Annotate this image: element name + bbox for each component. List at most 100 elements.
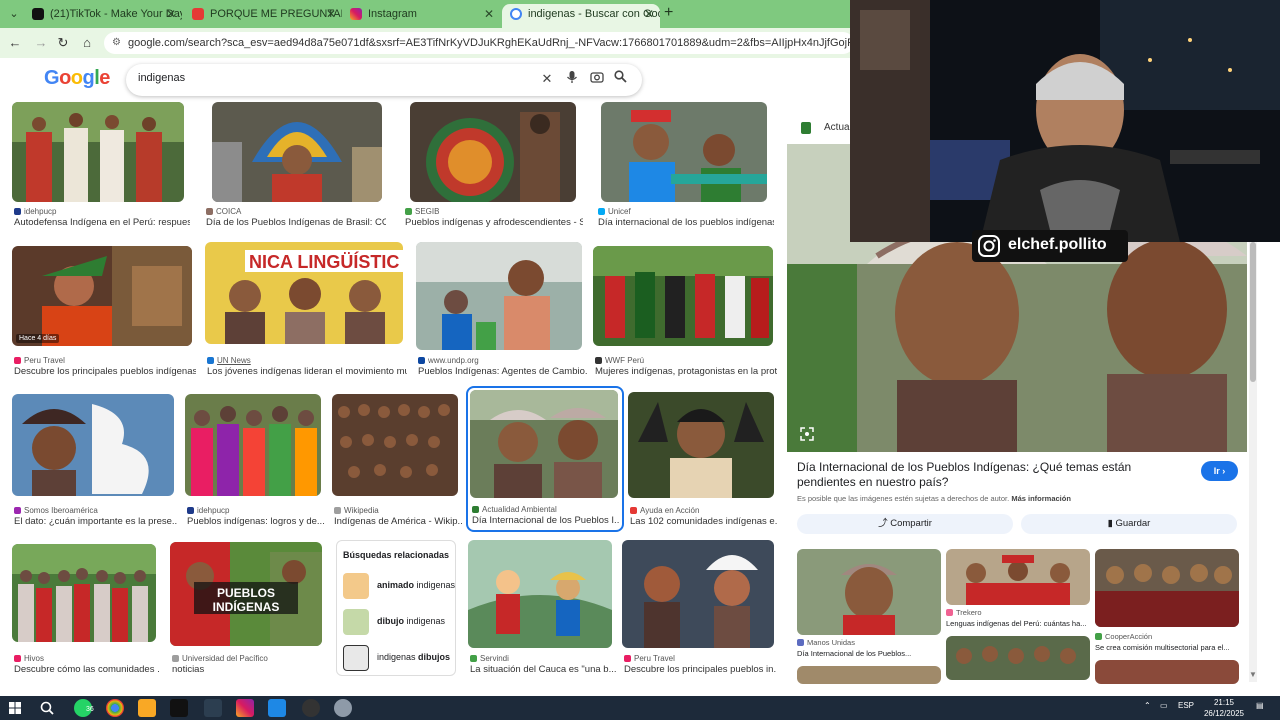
result-thumbnail[interactable]: NICA LINGÜÍSTIC bbox=[205, 242, 403, 344]
result-caption[interactable]: noticias bbox=[172, 664, 326, 675]
back-arrow-icon[interactable]: ← bbox=[6, 34, 24, 52]
similar-thumbnail[interactable] bbox=[1095, 660, 1239, 684]
result-source[interactable]: Servindi bbox=[470, 654, 509, 663]
similar-caption[interactable]: Día Internacional de los Pueblos... bbox=[797, 649, 941, 658]
similar-thumbnail[interactable] bbox=[797, 549, 941, 635]
address-bar[interactable]: ⚙ google.com/search?sca_esv=aed94d8a75e0… bbox=[104, 32, 854, 54]
site-info-icon[interactable]: ⚙ bbox=[112, 32, 121, 54]
result-caption[interactable]: Día de los Pueblos Indígenas de Brasil: … bbox=[206, 217, 386, 228]
save-button[interactable]: ▮ Guardar bbox=[1021, 514, 1237, 534]
image-result[interactable]: Ayuda en Acción Las 102 comunidades indí… bbox=[628, 392, 778, 528]
close-icon[interactable]: ✕ bbox=[326, 4, 336, 24]
result-thumbnail[interactable] bbox=[468, 540, 612, 648]
result-thumbnail[interactable] bbox=[212, 102, 382, 202]
network-icon[interactable]: ▭ bbox=[1160, 701, 1168, 710]
forward-arrow-icon[interactable]: → bbox=[32, 34, 50, 52]
result-caption[interactable]: Día internacional de los pueblos indígen… bbox=[598, 217, 774, 228]
result-caption[interactable]: Descubre los principales pueblos indígen… bbox=[14, 366, 196, 377]
result-source[interactable]: WWF Perú bbox=[595, 356, 644, 365]
related-search-item[interactable]: animado indigenas bbox=[341, 571, 455, 601]
similar-thumbnail[interactable] bbox=[946, 549, 1090, 605]
result-source[interactable]: Ayuda en Acción bbox=[630, 506, 699, 515]
similar-image[interactable] bbox=[797, 666, 941, 684]
share-button[interactable]: ⤴ Compartir bbox=[797, 514, 1013, 534]
app-icon[interactable] bbox=[334, 699, 352, 717]
chrome-icon[interactable] bbox=[106, 699, 124, 717]
image-result[interactable]: PUEBLOS INDÍGENAS Universidad del Pacífic… bbox=[170, 542, 324, 678]
similar-source[interactable]: CooperAcción bbox=[1095, 632, 1152, 641]
related-search-item[interactable]: dibujo indigenas bbox=[341, 607, 453, 637]
tab-youtube[interactable]: PORQUE ME PREGUNTAN SI C ✕ bbox=[184, 4, 342, 28]
camera-lens-icon[interactable] bbox=[590, 70, 608, 88]
result-thumbnail[interactable] bbox=[593, 246, 773, 346]
similar-caption[interactable]: Lenguas indígenas del Perú: cuántas ha..… bbox=[946, 619, 1090, 628]
image-result-selected[interactable]: Actualidad Ambiental Día Internacional d… bbox=[466, 386, 624, 532]
microphone-icon[interactable] bbox=[566, 70, 584, 88]
clear-icon[interactable]: ✕ bbox=[538, 70, 556, 88]
result-source[interactable]: Somos Iberoamérica bbox=[14, 506, 98, 515]
result-caption[interactable]: Pueblos Indígenas: Agentes de Cambio... bbox=[418, 366, 588, 377]
similar-caption[interactable]: Se crea comisión multisectorial para el.… bbox=[1095, 643, 1239, 652]
result-source[interactable]: Wikipedia bbox=[334, 506, 379, 515]
search-input[interactable]: indigenas bbox=[138, 72, 185, 84]
windows-start-icon[interactable] bbox=[6, 699, 24, 717]
result-thumbnail[interactable]: PUEBLOS INDÍGENAS bbox=[170, 542, 322, 646]
similar-image[interactable]: Manos Unidas Día Internacional de los Pu… bbox=[797, 549, 941, 659]
tray-chevron-icon[interactable]: ⌃ bbox=[1144, 701, 1151, 710]
search-icon[interactable] bbox=[614, 70, 632, 88]
result-source[interactable]: Unicef bbox=[598, 207, 631, 216]
image-result[interactable]: COICA Día de los Pueblos Indígenas de Br… bbox=[204, 102, 386, 232]
result-thumbnail[interactable] bbox=[416, 242, 582, 350]
result-source[interactable]: Peru Travel bbox=[624, 654, 675, 663]
app-icon[interactable] bbox=[204, 699, 222, 717]
similar-source[interactable]: Trekero bbox=[946, 608, 982, 617]
close-icon[interactable]: ✕ bbox=[484, 4, 494, 24]
related-search-item[interactable]: indigenas dibujos bbox=[341, 643, 453, 673]
result-caption[interactable]: Mujeres indígenas, protagonistas en la p… bbox=[595, 366, 777, 377]
result-thumbnail[interactable] bbox=[410, 102, 576, 202]
obs-icon[interactable] bbox=[302, 699, 320, 717]
image-result[interactable]: Hace 4 días Peru Travel Descubre los pri… bbox=[12, 246, 196, 380]
image-result[interactable]: WWF Perú Mujeres indígenas, protagonista… bbox=[593, 246, 777, 380]
scrollbar-thumb[interactable] bbox=[1250, 242, 1256, 382]
image-result[interactable]: Unicef Día internacional de los pueblos … bbox=[596, 102, 774, 232]
result-source[interactable]: idehpucp bbox=[14, 207, 56, 216]
reload-icon[interactable]: ↻ bbox=[54, 34, 72, 52]
search-box[interactable]: indigenas ✕ bbox=[126, 64, 642, 96]
result-source[interactable]: Universidad del Pacífico bbox=[172, 654, 268, 663]
result-source[interactable]: idehpucp bbox=[187, 506, 229, 515]
file-explorer-icon[interactable] bbox=[138, 699, 156, 717]
panel-source[interactable]: Actual bbox=[787, 112, 852, 144]
tiktok-icon[interactable] bbox=[170, 699, 188, 717]
result-caption[interactable]: La situación del Cauca es "una b... bbox=[470, 664, 616, 675]
image-result[interactable]: Wikipedia Indígenas de América - Wikip..… bbox=[332, 394, 462, 528]
image-result[interactable]: Servindi La situación del Cauca es "una … bbox=[468, 540, 616, 678]
image-result[interactable]: Peru Travel Descubre los principales pue… bbox=[622, 540, 776, 678]
facebook-icon[interactable] bbox=[268, 699, 286, 717]
google-logo[interactable]: Google bbox=[44, 67, 110, 90]
more-info-link[interactable]: Más información bbox=[1011, 494, 1071, 503]
result-thumbnail[interactable] bbox=[470, 390, 618, 498]
result-caption[interactable]: Las 102 comunidades indígenas e... bbox=[630, 516, 778, 527]
panel-scrollbar[interactable] bbox=[1249, 242, 1257, 682]
tab-google-search[interactable]: indigenas - Buscar con Google ✕ bbox=[502, 4, 660, 28]
result-thumbnail[interactable] bbox=[622, 540, 774, 648]
result-source[interactable]: UN News bbox=[207, 356, 251, 365]
image-result[interactable]: Somos Iberoamérica El dato: ¿cuán import… bbox=[12, 394, 178, 528]
result-thumbnail[interactable] bbox=[185, 394, 321, 496]
tab-instagram[interactable]: Instagram ✕ bbox=[342, 4, 500, 28]
result-caption[interactable]: Descubre los principales pueblos in... bbox=[624, 664, 776, 675]
result-thumbnail[interactable] bbox=[628, 392, 774, 498]
image-result[interactable]: Hivos Descubre cómo las comunidades ... bbox=[12, 544, 160, 678]
similar-image[interactable]: Trekero Lenguas indígenas del Perú: cuán… bbox=[946, 549, 1090, 631]
image-result[interactable]: idehpucp Pueblos indígenas: logros y de.… bbox=[185, 394, 325, 528]
new-tab-plus-icon[interactable]: + bbox=[664, 4, 673, 22]
instagram-icon[interactable] bbox=[236, 699, 254, 717]
visit-button[interactable]: Ir › bbox=[1201, 461, 1238, 481]
language-indicator[interactable]: ESP bbox=[1178, 701, 1194, 710]
result-thumbnail[interactable] bbox=[12, 102, 184, 202]
image-result[interactable]: www.undp.org Pueblos Indígenas: Agentes … bbox=[416, 242, 588, 380]
tab-search-chevron-icon[interactable]: ⌄ bbox=[6, 6, 22, 22]
close-icon[interactable]: ✕ bbox=[644, 4, 654, 24]
image-result[interactable]: idehpucp Autodefensa Indígena en el Perú… bbox=[12, 102, 190, 232]
